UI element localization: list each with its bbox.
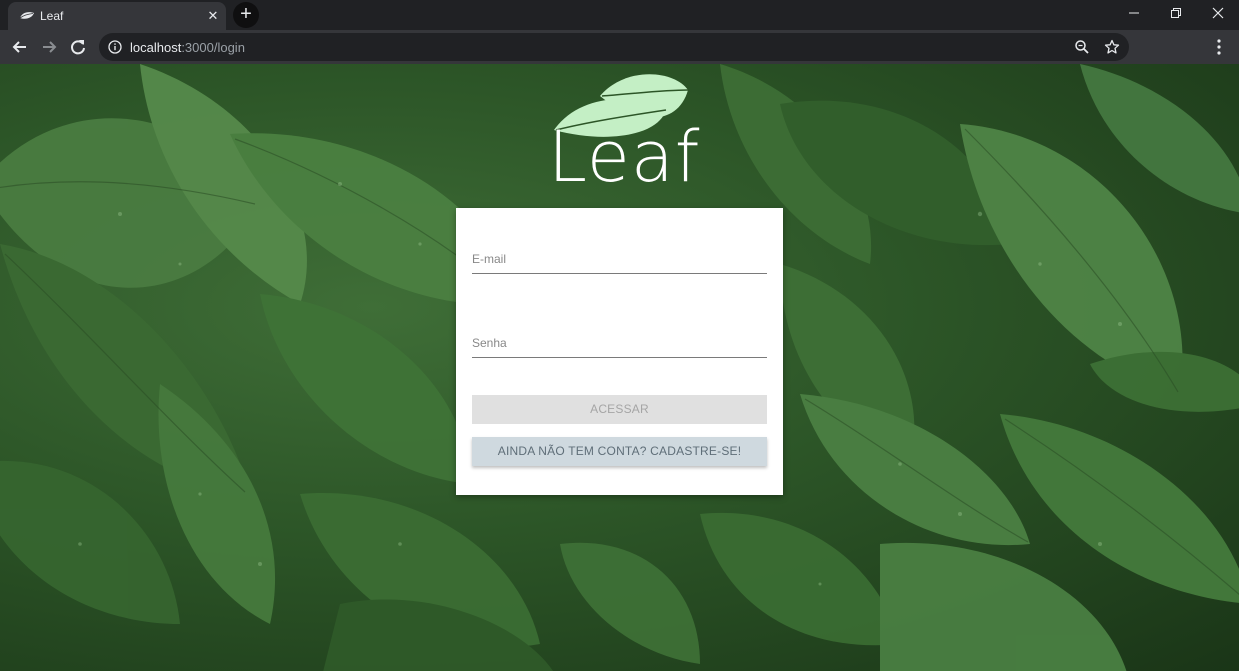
login-button[interactable]: ACESSAR	[472, 395, 767, 424]
leaf-icon	[19, 12, 34, 19]
email-input[interactable]	[472, 244, 767, 273]
url-path: :3000/login	[181, 40, 245, 55]
minimize-icon[interactable]	[1113, 0, 1155, 28]
browser-tabstrip: Leaf ✕ +	[0, 0, 1239, 30]
page-viewport: Leaf ACESSAR AINDA NÃO TEM CONTA? CADAST…	[0, 64, 1239, 671]
forward-arrow-icon[interactable]	[38, 36, 60, 58]
tab-title: Leaf	[40, 9, 64, 23]
menu-dots-icon[interactable]	[1211, 38, 1227, 56]
password-input[interactable]	[472, 328, 767, 357]
email-field[interactable]	[472, 244, 767, 274]
browser-toolbar: localhost:3000/login	[0, 30, 1239, 64]
zoom-icon[interactable]	[1074, 39, 1090, 55]
browser-tab[interactable]: Leaf ✕	[8, 2, 226, 30]
url-text: localhost:3000/login	[130, 40, 245, 55]
password-field[interactable]	[472, 328, 767, 358]
info-icon[interactable]	[108, 40, 122, 54]
window-close-icon[interactable]	[1197, 0, 1239, 28]
new-tab-button[interactable]: +	[233, 2, 259, 28]
url-host: localhost	[130, 40, 182, 55]
star-icon[interactable]	[1104, 39, 1120, 55]
close-icon[interactable]: ✕	[204, 7, 222, 25]
signup-button[interactable]: AINDA NÃO TEM CONTA? CADASTRE-SE!	[472, 437, 767, 466]
back-arrow-icon[interactable]	[9, 36, 31, 58]
reload-icon[interactable]	[67, 36, 89, 58]
logo-text: Leaf	[548, 116, 701, 198]
login-card: ACESSAR AINDA NÃO TEM CONTA? CADASTRE-SE…	[456, 208, 783, 495]
address-bar[interactable]: localhost:3000/login	[99, 33, 1129, 61]
restore-icon[interactable]	[1155, 0, 1197, 28]
